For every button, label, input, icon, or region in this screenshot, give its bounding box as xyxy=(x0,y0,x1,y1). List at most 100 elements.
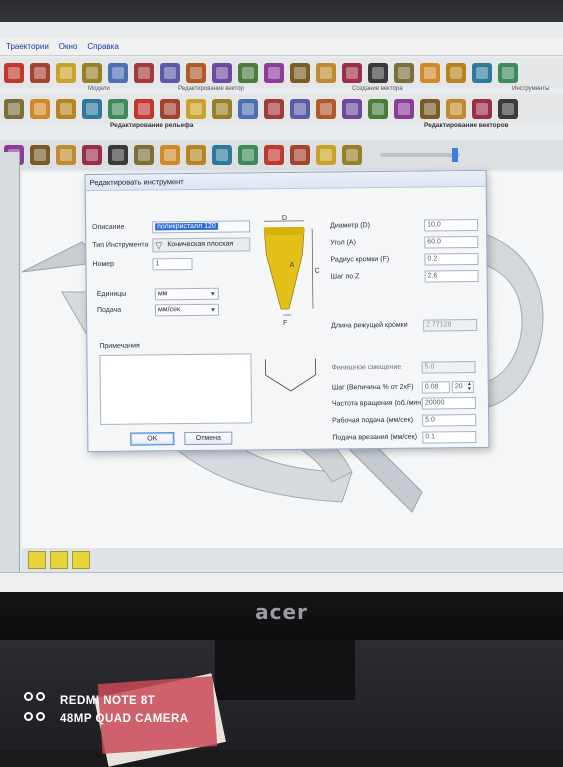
monitor-stand xyxy=(215,640,355,700)
notes-textarea[interactable] xyxy=(99,353,252,425)
toolbar-tool-icon[interactable] xyxy=(4,99,24,119)
edge-radius-label: Радиус кромки (F) xyxy=(330,256,389,264)
toolbar-tool-icon[interactable] xyxy=(420,99,440,119)
toolbar-tool-icon[interactable] xyxy=(56,99,76,119)
toolbar-tool-icon[interactable] xyxy=(30,63,50,83)
step-percent-value: 20 xyxy=(455,383,463,390)
tool-profile-diagram xyxy=(263,357,317,398)
toolbar-tool-icon[interactable] xyxy=(498,99,518,119)
angle-label: Угол (A) xyxy=(330,239,356,246)
finish-offset-input[interactable]: 5.0 xyxy=(422,361,476,374)
step-z-label: Шаг по Z xyxy=(331,273,360,280)
menu-trajectories[interactable]: Траектории xyxy=(6,42,49,51)
toolbar-tool-icon[interactable] xyxy=(290,63,310,83)
menu-window[interactable]: Окно xyxy=(59,42,78,51)
toolbar-tool-icon[interactable] xyxy=(342,63,362,83)
edit-tool-dialog: Редактировать инструмент Описание поликр… xyxy=(85,170,490,452)
angle-input[interactable]: 60.0 xyxy=(424,236,478,249)
toolbar-tool-icon[interactable] xyxy=(368,99,388,119)
diameter-input[interactable]: 10.0 xyxy=(424,219,478,232)
toolbar-tool-icon[interactable] xyxy=(134,63,154,83)
toolbar-tool-icon[interactable] xyxy=(238,63,258,83)
toolbar-tool-icon[interactable] xyxy=(212,145,232,165)
view-slider-track[interactable] xyxy=(380,153,460,157)
tool-diagram: D A C F xyxy=(256,215,325,346)
toolbar-tool-icon[interactable] xyxy=(108,63,128,83)
units-label: Единицы xyxy=(97,291,127,298)
work-feed-input[interactable]: 5.0 xyxy=(422,414,476,427)
toolbar-tool-icon[interactable] xyxy=(472,99,492,119)
group-vector-create-label: Создание вектора xyxy=(352,86,403,92)
description-input[interactable]: поликристалл 120 xyxy=(152,220,250,233)
toolbar-tool-icon[interactable] xyxy=(264,63,284,83)
toolbar-tool-icon[interactable] xyxy=(316,145,336,165)
step-z-input[interactable]: 2.6 xyxy=(425,270,479,283)
toolbar-tool-icon[interactable] xyxy=(160,145,180,165)
spinner-arrows-icon: ▲▼ xyxy=(467,382,472,392)
toolbar-tool-icon[interactable] xyxy=(394,99,414,119)
toolbar-tool-icon[interactable] xyxy=(82,63,102,83)
left-panel xyxy=(0,152,20,572)
toolbar-tool-icon[interactable] xyxy=(186,99,206,119)
color-swatches xyxy=(22,548,563,572)
toolbar-tool-icon[interactable] xyxy=(212,63,232,83)
toolbar-tool-icon[interactable] xyxy=(264,145,284,165)
toolbar-tool-icon[interactable] xyxy=(368,63,388,83)
toolbar-tool-icon[interactable] xyxy=(446,99,466,119)
feed-units-select[interactable]: мм/сек▼ xyxy=(155,304,219,317)
toolbar-tool-icon[interactable] xyxy=(56,63,76,83)
plunge-feed-input[interactable]: 0.1 xyxy=(422,431,476,444)
toolbar-tool-icon[interactable] xyxy=(498,63,518,83)
toolbar-tool-icon[interactable] xyxy=(238,145,258,165)
toolbar-tool-icon[interactable] xyxy=(342,145,362,165)
toolbar-tool-icon[interactable] xyxy=(134,99,154,119)
toolbar-tool-icon[interactable] xyxy=(186,145,206,165)
menu-help[interactable]: Справка xyxy=(87,42,118,51)
cancel-button[interactable]: Отмена xyxy=(184,432,232,446)
monitor-screen: Траектории Окно Справка Модели Редактиро… xyxy=(0,22,563,592)
toolbar-tool-icon[interactable] xyxy=(290,145,310,165)
view-slider-knob[interactable] xyxy=(452,148,458,162)
cut-length-label: Длина режущей кромки xyxy=(331,322,408,330)
swatch-yellow-1[interactable] xyxy=(28,551,46,569)
step-input[interactable]: 0.08 xyxy=(422,381,450,393)
ok-button[interactable]: OK xyxy=(130,432,174,445)
swatch-yellow-2[interactable] xyxy=(50,551,68,569)
step-percent-spinner[interactable]: 20 ▲▼ xyxy=(452,381,474,393)
toolbar-tool-icon[interactable] xyxy=(160,63,180,83)
units-select[interactable]: мм▼ xyxy=(155,288,219,301)
toolbar-tool-icon[interactable] xyxy=(4,63,24,83)
tool-type-button[interactable]: ▽ Коническая плоская xyxy=(152,237,250,252)
toolbar-tool-icon[interactable] xyxy=(30,99,50,119)
toolbar-tool-icon[interactable] xyxy=(212,99,232,119)
number-input[interactable]: 1 xyxy=(152,258,192,270)
toolbar-tool-icon[interactable] xyxy=(30,145,50,165)
notes-label: Примечания xyxy=(99,343,139,350)
toolbar-tool-icon[interactable] xyxy=(290,99,310,119)
toolbar-tool-icon[interactable] xyxy=(82,99,102,119)
toolbar-tool-icon[interactable] xyxy=(316,63,336,83)
diagram-c-label: C xyxy=(315,268,320,275)
swatch-yellow-3[interactable] xyxy=(72,551,90,569)
toolbar-tool-icon[interactable] xyxy=(238,99,258,119)
chevron-down-icon: ▼ xyxy=(210,290,216,300)
toolbar-tool-icon[interactable] xyxy=(108,99,128,119)
toolbar-tool-icon[interactable] xyxy=(82,145,102,165)
toolbar-tool-icon[interactable] xyxy=(186,63,206,83)
toolbar-tool-icon[interactable] xyxy=(316,99,336,119)
toolbar-tool-icon[interactable] xyxy=(56,145,76,165)
spindle-speed-input[interactable]: 20000 xyxy=(422,397,476,410)
toolbar-tool-icon[interactable] xyxy=(134,145,154,165)
toolbar-tool-icon[interactable] xyxy=(342,99,362,119)
toolbar-tool-icon[interactable] xyxy=(160,99,180,119)
toolbar-tool-icon[interactable] xyxy=(472,63,492,83)
toolbar-tool-icon[interactable] xyxy=(108,145,128,165)
edge-radius-input[interactable]: 0.2 xyxy=(424,253,478,266)
toolbar-tool-icon[interactable] xyxy=(420,63,440,83)
tool-type-label: Тип Инструмента xyxy=(92,241,148,249)
toolbar-tool-icon[interactable] xyxy=(264,99,284,119)
description-label: Описание xyxy=(92,224,124,231)
toolbar-tool-icon[interactable] xyxy=(446,63,466,83)
work-feed-label: Рабочая подача (мм/сек) xyxy=(332,417,413,425)
toolbar-tool-icon[interactable] xyxy=(394,63,414,83)
